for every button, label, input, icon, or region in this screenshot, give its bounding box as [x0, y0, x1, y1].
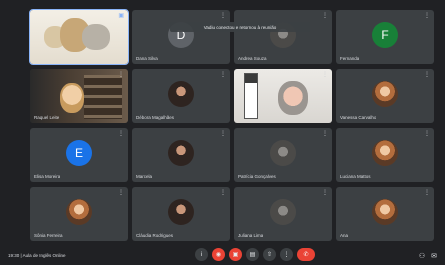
participant-tile[interactable]: ⋮ Cláudia Rodrigues — [132, 187, 230, 241]
participant-name: Fernanda — [340, 56, 360, 61]
notification-banner: Vadiu conectou e retornou à reunião — [170, 22, 310, 32]
avatar — [372, 198, 398, 225]
captions-icon[interactable]: ▤ — [246, 248, 259, 261]
participant-video — [234, 69, 332, 123]
participant-tile[interactable]: ⋮ — [234, 69, 332, 123]
avatar — [372, 139, 398, 166]
call-controls: i ◉ ▣ ▤ ⇧ ⋮ ✆ — [195, 248, 315, 261]
avatar: E — [66, 139, 92, 166]
avatar: F — [372, 21, 398, 48]
more-options-icon[interactable]: ⋮ — [424, 13, 430, 19]
more-options-icon[interactable]: ⋮ — [220, 13, 226, 19]
avatar — [270, 139, 296, 166]
mic-off-icon[interactable]: ◉ — [212, 248, 225, 261]
participant-tile[interactable]: ⋮ Débora Magalhães — [132, 69, 230, 123]
more-options-icon[interactable]: ⋮ — [424, 131, 430, 137]
present-icon[interactable]: ⇧ — [263, 248, 276, 261]
participant-tile[interactable]: D ⋮ Dana Silva — [132, 10, 230, 64]
participant-tile[interactable]: ⋮ Marcela — [132, 128, 230, 182]
participant-name: Ana — [340, 233, 349, 238]
avatar — [168, 139, 194, 166]
more-options-icon[interactable]: ⋮ — [322, 13, 328, 19]
avatar — [168, 80, 194, 107]
info-icon[interactable]: i — [195, 248, 208, 261]
more-options-icon[interactable]: ⋮ — [118, 131, 124, 137]
participant-name: Luciana Mattos — [340, 174, 371, 179]
avatar — [168, 198, 194, 225]
participant-tile[interactable]: E ⋮ Elisa Moreira — [30, 128, 128, 182]
camera-off-icon[interactable]: ▣ — [229, 248, 242, 261]
more-options-icon[interactable]: ⋮ — [118, 190, 124, 196]
participant-name: Juliana Lima — [238, 233, 264, 238]
more-options-icon[interactable]: ⋮ — [118, 72, 124, 78]
more-icon[interactable]: ⋮ — [280, 248, 293, 261]
leave-call-icon[interactable]: ✆ — [297, 248, 315, 261]
people-icon[interactable]: ⚇ — [419, 252, 425, 260]
participant-name: Débora Magalhães — [136, 115, 175, 120]
avatar — [66, 198, 92, 225]
participant-name: Elisa Moreira — [34, 174, 61, 179]
participant-name: Dana Silva — [136, 56, 158, 61]
participant-name: Andrea Souza — [238, 56, 267, 61]
more-options-icon[interactable]: ⋮ — [220, 190, 226, 196]
more-options-icon[interactable]: ⋮ — [424, 72, 430, 78]
avatar — [270, 198, 296, 225]
side-panel-buttons: ⚇ ✉ — [419, 252, 437, 260]
more-options-icon[interactable]: ⋮ — [322, 190, 328, 196]
pin-icon[interactable]: ▣ — [118, 13, 124, 19]
more-options-icon[interactable]: ⋮ — [424, 190, 430, 196]
participant-tile[interactable]: ⋮ Sônia Ferreira — [30, 187, 128, 241]
participant-tile[interactable]: ⋮ Raquel Leite — [30, 69, 128, 123]
more-options-icon[interactable]: ⋮ — [220, 72, 226, 78]
avatar — [372, 80, 398, 107]
participant-grid: ▣ D ⋮ Dana Silva ⋮ Andrea Souza F ⋮ Fernanda ⋮ Raq… — [29, 9, 436, 242]
more-options-icon[interactable]: ⋮ — [220, 131, 226, 137]
participant-tile[interactable]: ⋮ Luciana Mattos — [336, 128, 434, 182]
participant-video — [30, 10, 128, 64]
participant-tile[interactable]: ⋮ Ana — [336, 187, 434, 241]
bottom-bar: 19:30 | Aula de Inglês Online i ◉ ▣ ▤ ⇧ ⋮ ✆ ⚇ ✉ — [0, 243, 445, 265]
chat-icon[interactable]: ✉ — [431, 252, 437, 260]
participant-tile[interactable]: ⋮ Andrea Souza — [234, 10, 332, 64]
participant-name: Patrícia Gonçalves — [238, 174, 276, 179]
participant-name: Sônia Ferreira — [34, 233, 63, 238]
more-options-icon[interactable]: ⋮ — [322, 131, 328, 137]
participant-name: Cláudia Rodrigues — [136, 233, 174, 238]
meeting-details[interactable]: 19:30 | Aula de Inglês Online — [8, 253, 65, 258]
participant-tile[interactable]: ⋮ Patrícia Gonçalves — [234, 128, 332, 182]
participant-name: Vanessa Carvalho — [340, 115, 377, 120]
participant-name: Marcela — [136, 174, 153, 179]
participant-tile[interactable]: F ⋮ Fernanda — [336, 10, 434, 64]
participant-tile[interactable]: ⋮ Vanessa Carvalho — [336, 69, 434, 123]
participant-tile[interactable]: ▣ — [29, 9, 129, 65]
participant-tile[interactable]: ⋮ Juliana Lima — [234, 187, 332, 241]
more-options-icon[interactable]: ⋮ — [322, 72, 328, 78]
participant-name: Raquel Leite — [34, 115, 60, 120]
